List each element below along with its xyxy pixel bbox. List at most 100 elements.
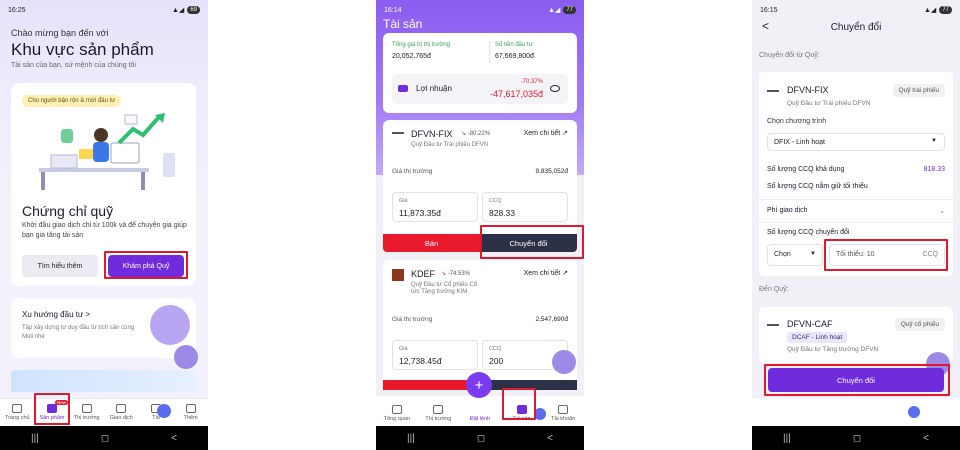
back-icon[interactable]: < xyxy=(547,433,553,444)
signal-icon: ▲◢ xyxy=(924,7,937,14)
trend-title: Xu hướng đầu tư > xyxy=(22,310,91,319)
system-nav-bar: ||| ◻ < xyxy=(376,426,584,450)
market-price-value: 9,835,052đ xyxy=(535,168,568,175)
phone-products: 16:25 ▲◢ 69 Chào mừng bạn đến với Khu vực… xyxy=(0,0,208,450)
market-icon xyxy=(81,404,92,413)
convert-qty-input[interactable]: Tối thiểu: 10 CCQ xyxy=(829,244,945,266)
tab-more[interactable]: Thêm xyxy=(176,404,206,421)
fund-change: ↘ -80.22% xyxy=(461,130,490,137)
from-fund-code: DFVN-FIX xyxy=(787,85,829,95)
price-value: 11,873.35đ xyxy=(399,208,441,218)
screenshot-stage: 16:25 ▲◢ 69 Chào mừng bạn đến với Khu vực… xyxy=(0,0,960,450)
hide-eye-icon[interactable] xyxy=(550,85,560,92)
tab-trading[interactable]: Giao dịch xyxy=(106,404,136,421)
dropdown-caret-icon: ▼ xyxy=(810,251,816,257)
recents-icon[interactable]: ||| xyxy=(407,433,415,444)
explore-funds-button[interactable]: Khám phá Quỹ xyxy=(108,255,184,277)
fund-card-description: Khởi đầu giao dịch chỉ từ 100k và để chu… xyxy=(22,222,187,239)
support-fab-icon[interactable] xyxy=(908,406,920,418)
status-icons: ▲◢ 77 xyxy=(924,6,952,14)
price-label: Giá xyxy=(399,346,408,352)
battery-icon: 77 xyxy=(939,6,952,14)
fund-card-kdef: KDEF ↘ -74.53% Xem chi tiết ↗ Quỹ Đầu tư… xyxy=(383,260,577,390)
home-button-icon[interactable]: ◻ xyxy=(477,433,485,444)
promo-banner[interactable] xyxy=(11,370,196,392)
fee-label: Phí giao dịch xyxy=(767,207,808,214)
price-label: Giá xyxy=(399,198,408,204)
unit-label: CCQ xyxy=(922,251,938,258)
from-fund-card: DFVN-FIX Quỹ trái phiếu Quỹ Đầu tư Trái … xyxy=(759,72,953,276)
price-box: Giá 11,873.35đ xyxy=(392,192,478,222)
learn-more-button[interactable]: Tìm hiểu thêm xyxy=(22,255,98,277)
convert-strip[interactable] xyxy=(480,380,577,390)
profit-amount: -47,617,035đ xyxy=(489,89,543,99)
wallet-icon xyxy=(516,405,527,414)
convert-submit-button[interactable]: Chuyển đổi xyxy=(768,368,944,392)
tab-overview[interactable]: Tổng quan xyxy=(382,405,412,422)
market-price-label: Giá thị trường xyxy=(392,168,433,175)
recents-icon[interactable]: ||| xyxy=(31,433,39,444)
tab-assets[interactable]: Tài sản xyxy=(507,405,537,422)
tab-account[interactable]: Tài khoản xyxy=(548,405,578,422)
tab-market[interactable]: Thị trường xyxy=(72,404,102,421)
assistant-bubble-icon[interactable] xyxy=(552,350,576,374)
view-detail-link[interactable]: Xem chi tiết ↗ xyxy=(524,129,568,137)
chevron-down-icon: ⌄ xyxy=(939,208,945,215)
to-fund-card: DFVN-CAF Quỹ cổ phiếu DCAF - Linh hoạt Q… xyxy=(759,307,953,363)
support-fab-icon[interactable] xyxy=(157,404,171,418)
tab-market[interactable]: Thị trường xyxy=(423,405,453,422)
market-value-label: Tổng giá trị thị trường xyxy=(392,42,450,48)
assistant-bubble-icon[interactable] xyxy=(174,345,198,369)
from-fund-label: Chuyển đổi từ Quỹ: xyxy=(759,52,820,59)
market-price-label: Giá thị trường xyxy=(392,316,433,323)
back-icon[interactable]: < xyxy=(171,433,177,444)
units-box: CCQ 828.33 xyxy=(482,192,568,222)
support-fab-icon[interactable] xyxy=(534,408,546,420)
more-icon xyxy=(185,404,196,413)
min-hold-row: Số lượng CCQ nắm giữ tối thiểu xyxy=(767,183,945,190)
convert-qty-label: Số lượng CCQ chuyển đổi xyxy=(767,229,850,236)
dragon-capital-logo-icon xyxy=(392,132,404,138)
status-icons: ▲◢ 69 xyxy=(172,6,200,14)
price-box: Giá 12,738.45đ xyxy=(392,340,478,370)
fund-code: DFVN-FIX xyxy=(411,129,453,139)
dragon-capital-logo-icon xyxy=(767,90,779,96)
bottom-area xyxy=(752,398,960,426)
sell-button[interactable]: Bán xyxy=(383,234,480,252)
home-button-icon[interactable]: ◻ xyxy=(101,433,109,444)
back-icon[interactable]: < xyxy=(923,433,929,444)
price-value: 12,738.45đ xyxy=(399,356,442,366)
fee-row[interactable]: Phí giao dịch ⌄ xyxy=(767,207,945,215)
fund-change-value: -74.53% xyxy=(447,271,471,277)
tab-trading-label: Giao dịch xyxy=(109,415,133,421)
to-program-chip: DCAF - Linh hoạt xyxy=(787,332,848,343)
available-units-label: Số lượng CCQ khả dụng xyxy=(767,166,845,173)
products-icon xyxy=(46,404,57,413)
qty-mode-select[interactable]: Chọn ▼ xyxy=(767,244,823,266)
moli-mascot-icon xyxy=(150,305,190,345)
fund-description: Quỹ Đầu tư Cổ phiếu Cổ tức Tăng trưởng K… xyxy=(411,282,478,295)
to-fund-code: DFVN-CAF xyxy=(787,319,833,329)
tab-products[interactable]: Sản phẩm New xyxy=(37,400,68,421)
view-detail-link[interactable]: Xem chi tiết ↗ xyxy=(524,269,568,277)
program-select[interactable]: DFIX - Linh hoạt ▼ xyxy=(767,133,945,151)
tab-order-label: Đặt lệnh xyxy=(469,416,491,422)
recents-icon[interactable]: ||| xyxy=(783,433,791,444)
to-fund-description: Quỹ Đầu tư Tăng trưởng DFVN xyxy=(787,346,879,353)
units-label: CCQ xyxy=(489,346,502,352)
convert-button[interactable]: Chuyển đổi xyxy=(480,234,577,252)
tab-home[interactable]: Trang chủ xyxy=(2,404,32,421)
invested-value: 67,669,800đ xyxy=(495,53,534,60)
status-bar: 16:25 ▲◢ 69 xyxy=(0,0,208,20)
units-label: CCQ xyxy=(489,198,502,204)
tab-market-label: Thị trường xyxy=(425,416,452,422)
tab-place-order[interactable]: Đặt lệnh xyxy=(465,416,495,422)
available-units-row: Số lượng CCQ khả dụng 818.33 xyxy=(767,166,945,173)
profit-row: Lợi nhuận -70.37% -47,617,035đ xyxy=(392,74,568,104)
home-button-icon[interactable]: ◻ xyxy=(853,433,861,444)
dragon-capital-logo-icon xyxy=(767,324,779,330)
fund-card-heading: Chứng chỉ quỹ xyxy=(22,203,114,219)
status-time: 16:14 xyxy=(384,6,402,14)
equity-fund-chip: Quỹ cổ phiếu xyxy=(894,318,945,331)
place-order-plus-button[interactable]: + xyxy=(466,372,492,398)
